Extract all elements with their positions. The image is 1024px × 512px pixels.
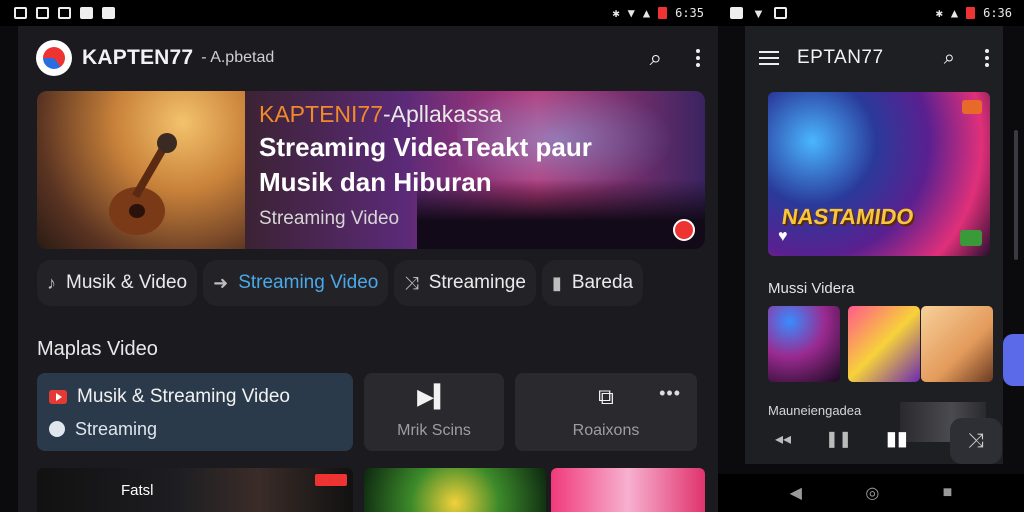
system-nav-bar: ◀ ◎ ■ — [718, 474, 1024, 512]
main-app: KAPTEN77 - A.pbetad ⌕ KAPTENI77-Apllakas… — [18, 26, 718, 512]
signal-icon: ▲ — [950, 6, 959, 20]
badge — [315, 474, 347, 486]
battery-icon — [658, 7, 668, 19]
hero-brand-rest: -Apllakassa — [383, 101, 502, 127]
badge — [960, 230, 982, 246]
hero-brand: KAPTENI77-Apllakassa — [259, 101, 592, 128]
side-app: EPTAN77 ⌕ NASTAMIDO ♥ Mussi Videra Maune… — [745, 26, 1003, 464]
hero-subtitle: Streaming Video — [259, 208, 400, 230]
home-icon[interactable]: ◎ — [865, 483, 879, 503]
chip-streaminge[interactable]: ⤨ Streaminge — [394, 260, 536, 306]
card-subtitle: Streaming — [75, 418, 158, 439]
chip-label: Streaming Video — [238, 272, 379, 293]
card-label: Mrik Scins — [397, 422, 471, 439]
mini-thumbnail[interactable] — [921, 306, 993, 382]
more-vert-icon[interactable] — [985, 49, 989, 67]
search-icon[interactable]: ⌕ — [650, 45, 662, 71]
recents-icon[interactable]: ■ — [943, 484, 953, 502]
notification-icon — [36, 7, 49, 19]
link-icon: ⧉ — [598, 384, 614, 409]
thumbnail-label: Fatsl — [121, 482, 154, 499]
menu-icon[interactable] — [759, 51, 779, 65]
hero-headline-1: Streaming VideaTeakt paur — [259, 132, 592, 162]
app-subtitle: - A.pbetad — [201, 49, 275, 66]
book-icon: ▮ — [551, 272, 562, 293]
scrollbar[interactable] — [1014, 130, 1018, 260]
more-vert-icon[interactable] — [696, 49, 700, 67]
wifi-icon: ▼ — [752, 5, 765, 21]
heart-icon[interactable]: ♥ — [778, 228, 788, 246]
hero-headline-2: Musik dan Hiburan — [259, 167, 492, 198]
settings-icon — [730, 7, 743, 19]
chip-label: Bareda — [571, 272, 634, 293]
message-icon — [102, 7, 115, 19]
hero-image — [37, 91, 245, 249]
app-logo[interactable] — [36, 40, 72, 76]
edge-panel-handle[interactable] — [1003, 334, 1024, 386]
side-title: EPTAN77 — [797, 47, 884, 68]
video-thumbnail[interactable] — [551, 468, 705, 512]
status-bar: ✱ ▼ ▲ 6:35 — [0, 0, 718, 26]
back-icon[interactable]: ◀ — [790, 483, 802, 503]
signal-icon: ▲ — [642, 6, 651, 20]
side-section-title-2: Mauneiengadea — [768, 403, 862, 418]
chip-label: Musik & Video — [66, 272, 188, 293]
player-controls: ◂◂ ❚❚ ▮▮ — [775, 426, 908, 451]
more-horiz-icon[interactable]: ••• — [659, 383, 681, 404]
mini-thumbnail[interactable] — [768, 306, 840, 382]
chip-bareda[interactable]: ▮ Bareda — [541, 260, 644, 306]
video-thumbnail[interactable] — [364, 468, 546, 512]
rewind-icon[interactable]: ◂◂ — [775, 429, 791, 449]
record-icon[interactable] — [673, 219, 695, 241]
card-musik-streaming[interactable]: Musik & Streaming Video Streaming — [37, 373, 353, 451]
video-thumbnail[interactable]: Fatsl — [37, 468, 353, 512]
status-bar-secondary: ▼ ✱ ▲ 6:36 — [718, 0, 1024, 26]
chip-streaming-video[interactable]: ➜ Streaming Video — [203, 260, 389, 306]
guitar-icon — [109, 133, 177, 235]
gallery-icon — [14, 7, 27, 19]
chip-label: Streaminge — [428, 272, 526, 293]
shield-icon — [49, 421, 65, 437]
card-title: Musik & Streaming Video — [77, 386, 290, 407]
category-chips: ♪ Musik & Video ➜ Streaming Video ⤨ Stre… — [37, 260, 701, 306]
shuffle-button[interactable]: ⤨ — [950, 418, 1002, 464]
music-icon: ♪ — [47, 272, 56, 293]
screenshot-icon — [773, 7, 787, 19]
featured-title: NASTAMIDO — [780, 204, 916, 229]
bluetooth-icon: ✱ — [612, 6, 620, 20]
skip-next-icon: ▶▍ — [417, 384, 451, 409]
featured-video[interactable]: NASTAMIDO ♥ — [768, 92, 990, 256]
hero-brand-accent: KAPTENI77 — [259, 101, 383, 127]
clock: 6:36 — [983, 6, 1012, 20]
card-roaixons[interactable]: ⧉ Roaixons ••• — [515, 373, 697, 451]
search-icon[interactable]: ⌕ — [944, 47, 955, 70]
shuffle-icon: ⤨ — [404, 272, 419, 293]
shuffle-icon: ⤨ — [968, 429, 984, 452]
card-mrik-scins[interactable]: ▶▍ Mrik Scins — [364, 373, 504, 451]
record-icon — [962, 100, 982, 114]
app-title: KAPTEN77 — [82, 46, 194, 69]
arrow-right-icon: ➜ — [213, 272, 229, 293]
app-bar: KAPTEN77 - A.pbetad ⌕ — [18, 26, 718, 90]
side-app-bar: EPTAN77 ⌕ — [745, 26, 1003, 90]
card-label: Roaixons — [572, 422, 640, 439]
clock: 6:35 — [675, 6, 704, 20]
play-video-icon — [49, 390, 67, 404]
battery-icon — [966, 7, 976, 19]
hero-banner[interactable]: KAPTENI77-Apllakassa Streaming VideaTeak… — [37, 91, 705, 249]
chip-musik-video[interactable]: ♪ Musik & Video — [37, 260, 198, 306]
screen: ✱ ▼ ▲ 6:35 ▼ ✱ ▲ 6:36 KAPTEN77 - A.pbeta… — [0, 0, 1024, 512]
sync-icon — [58, 7, 71, 19]
mini-thumbnail[interactable] — [848, 306, 920, 382]
section-title: Maplas Video — [37, 338, 158, 360]
wifi-icon: ▼ — [627, 6, 635, 20]
bluetooth-icon: ✱ — [935, 6, 943, 20]
book-icon[interactable]: ▮▮ — [886, 426, 908, 451]
app-icon — [80, 7, 93, 19]
side-section-title: Mussi Videra — [768, 280, 855, 297]
pause-icon[interactable]: ❚❚ — [825, 429, 852, 449]
